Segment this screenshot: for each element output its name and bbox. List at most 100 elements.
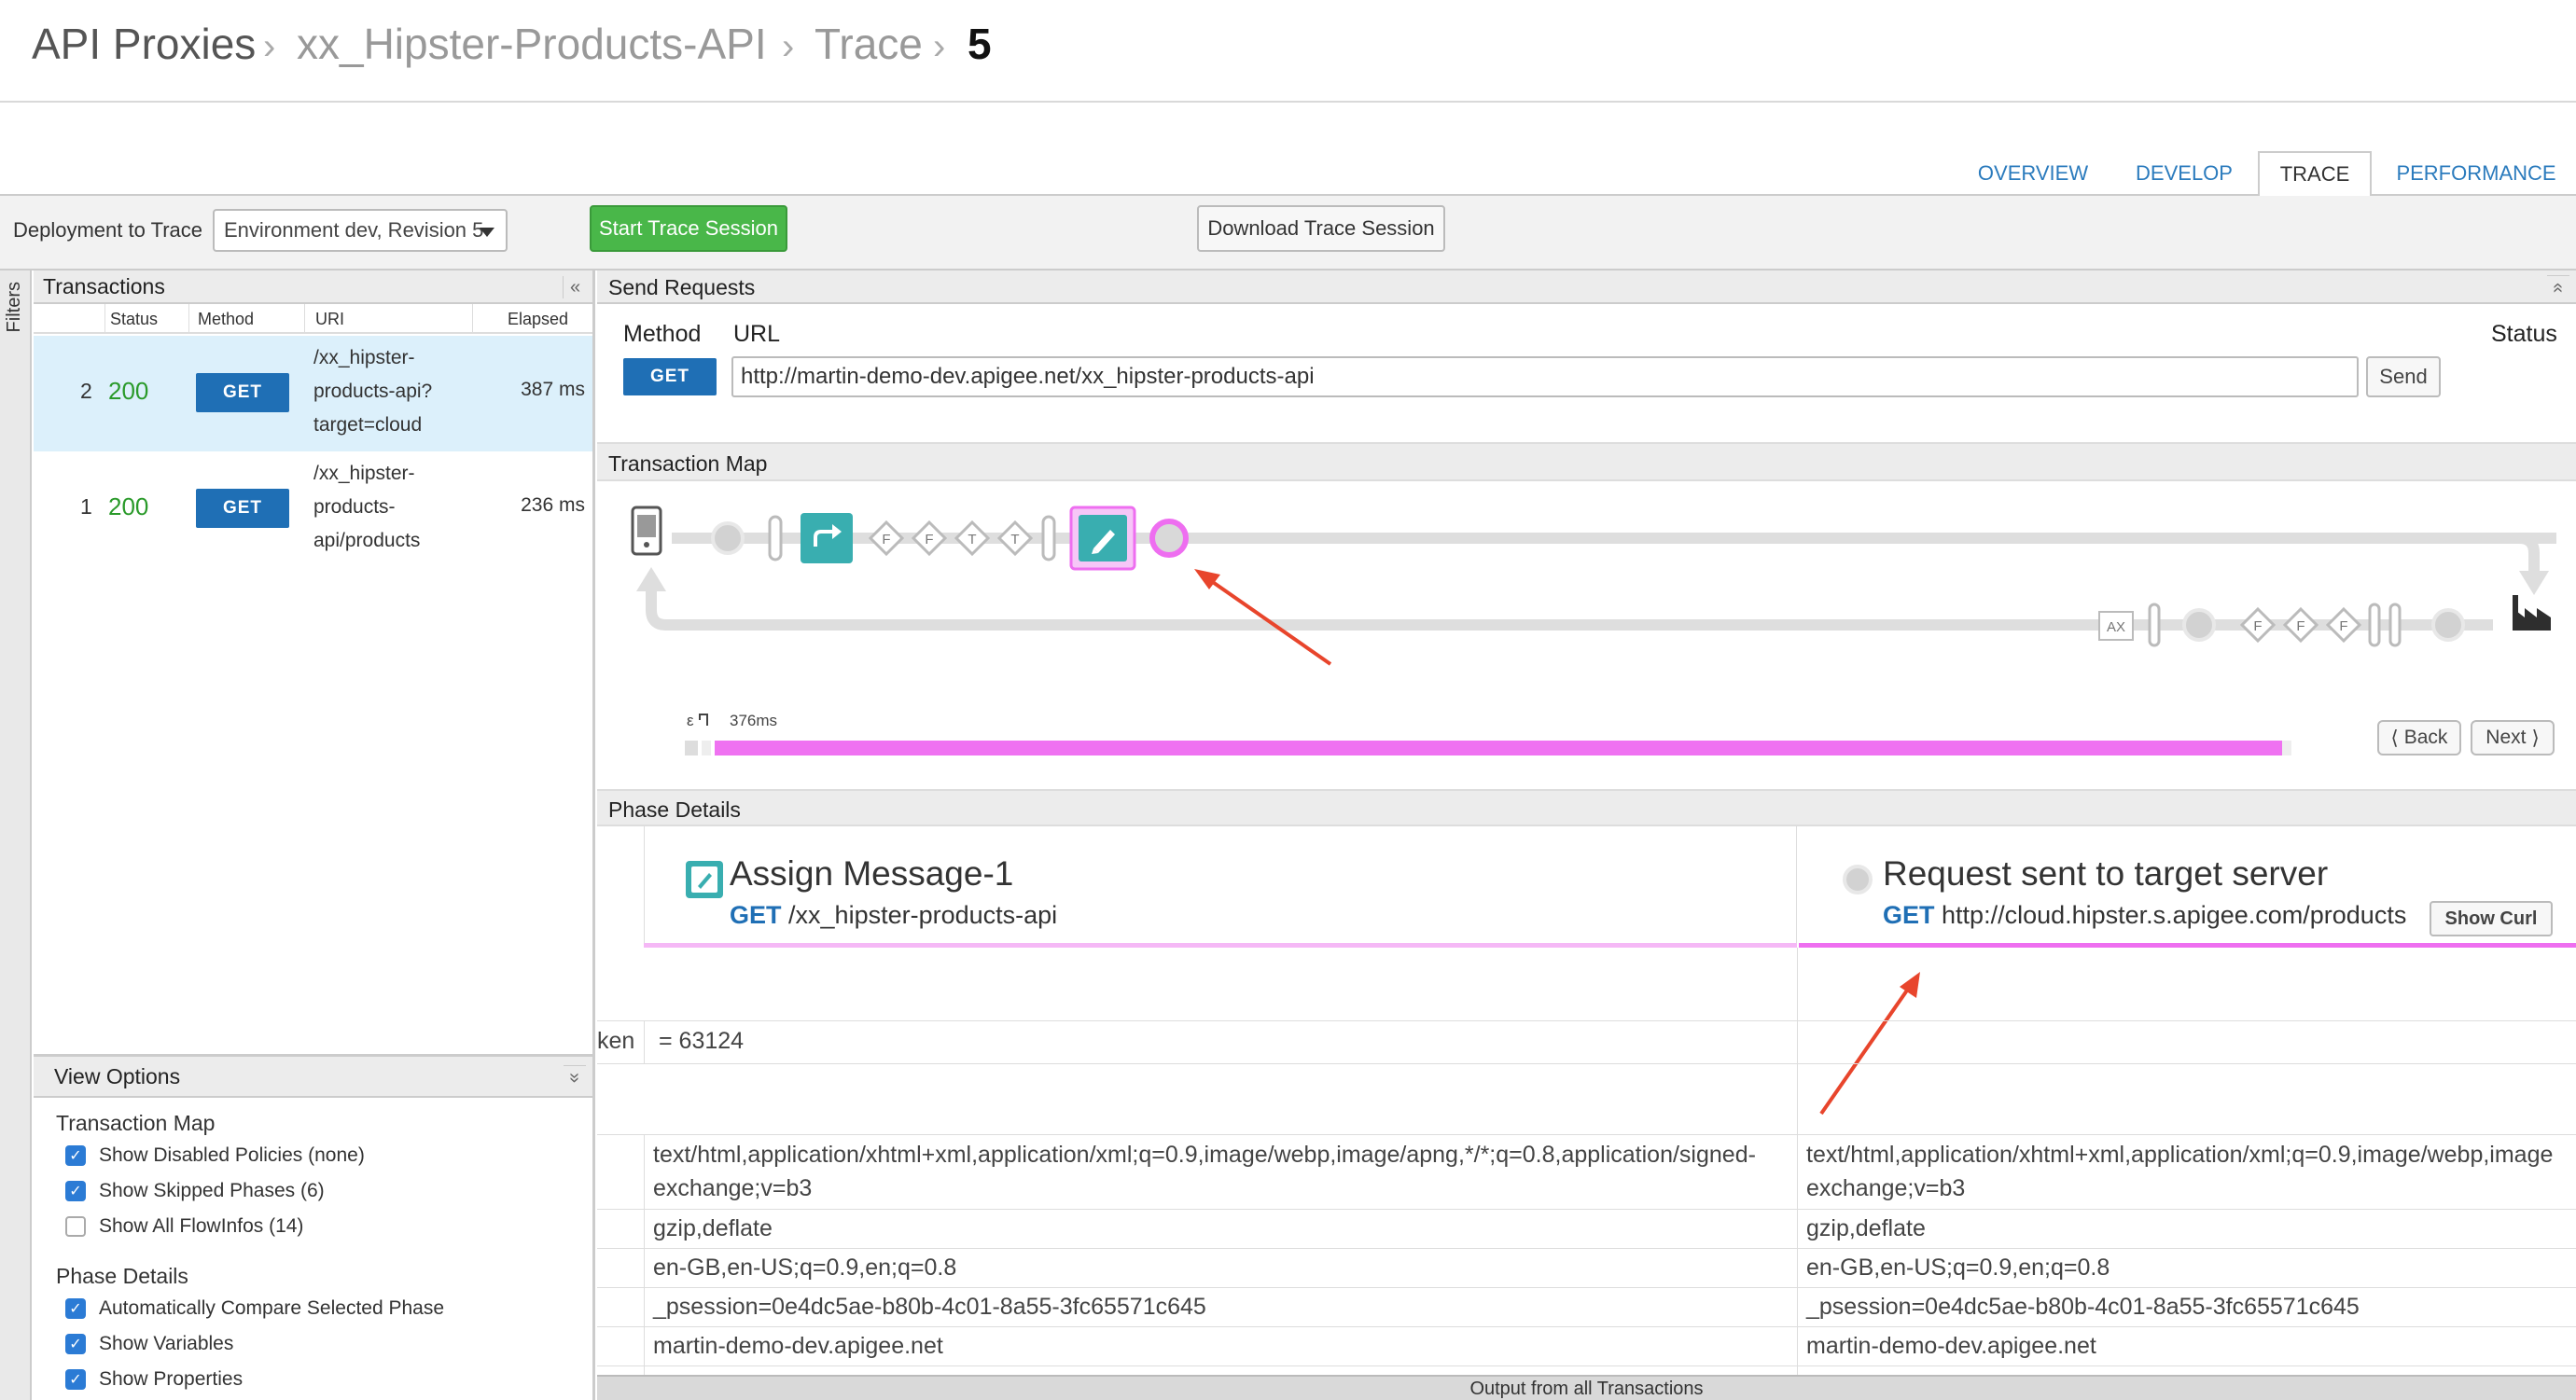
transactions-panel: Transactions « Status Method URI Elapsed… bbox=[34, 270, 595, 1054]
spike-arrest-policy-icon bbox=[801, 513, 853, 563]
filters-tab[interactable]: Filters bbox=[0, 270, 32, 1400]
tx-status: 200 bbox=[108, 492, 149, 520]
return-flow-label: F bbox=[2253, 618, 2262, 634]
download-trace-button[interactable]: Download Trace Session bbox=[1197, 205, 1445, 252]
checkbox-unchecked-icon[interactable] bbox=[65, 1216, 86, 1237]
transaction-map-header: Transaction Map bbox=[597, 442, 2576, 481]
phase-left-title: Assign Message-1 bbox=[730, 854, 1014, 893]
transaction-row[interactable]: 2 200 GET /xx_hipster- products-api? tar… bbox=[34, 336, 592, 451]
checkbox-show-all-flowinfos[interactable]: Show All FlowInfos (14) bbox=[65, 1215, 303, 1238]
grid-row-line bbox=[597, 1326, 2576, 1327]
timeline-gap bbox=[685, 741, 698, 755]
checkbox-show-skipped-phases[interactable]: ✓ Show Skipped Phases (6) bbox=[65, 1180, 325, 1202]
back-chevron-icon: ⟨ bbox=[2390, 727, 2399, 749]
transaction-map-diagram: F F T T AX F F F ε 376ms bbox=[631, 506, 2556, 755]
flow-label: T bbox=[968, 532, 976, 548]
target-server-factory-icon bbox=[2513, 595, 2551, 631]
column-divider bbox=[104, 304, 105, 334]
checkbox-show-properties[interactable]: ✓ Show Properties bbox=[65, 1368, 243, 1391]
encoding-value: gzip,deflate bbox=[653, 1215, 773, 1241]
collapse-left-icon[interactable]: « bbox=[563, 276, 587, 298]
timeline-bar bbox=[715, 741, 2282, 755]
phase-right-title: Request sent to target server bbox=[1883, 854, 2329, 893]
flow-separator-icon bbox=[2388, 603, 2402, 647]
breadcrumb-api-proxies[interactable]: API Proxies bbox=[32, 19, 256, 69]
checkbox-checked-icon[interactable]: ✓ bbox=[65, 1298, 86, 1319]
transaction-row[interactable]: 1 200 GET /xx_hipster- products- api/pro… bbox=[34, 451, 592, 567]
language-value: en-GB,en-US;q=0.9,en;q=0.8 bbox=[653, 1254, 957, 1281]
timeline-start-label: ε bbox=[687, 712, 694, 729]
vo-section-title: Transaction Map bbox=[56, 1111, 216, 1135]
start-trace-button[interactable]: Start Trace Session bbox=[590, 205, 787, 252]
token-value: = 63124 bbox=[659, 1028, 745, 1054]
cookie-value: _psession=0e4dc5ae-b80b-4c01-8a55-3fc655… bbox=[653, 1294, 1206, 1320]
tab-overview[interactable]: OVERVIEW bbox=[1959, 151, 2107, 196]
grid-row-line bbox=[597, 1209, 2576, 1210]
grid-row-line bbox=[597, 1020, 2576, 1021]
phase-details-header: Phase Details bbox=[597, 789, 2576, 826]
url-label: URL bbox=[733, 321, 781, 347]
flow-node-icon bbox=[2431, 608, 2465, 642]
show-curl-button[interactable]: Show Curl bbox=[2430, 901, 2553, 936]
checkbox-label: Show Skipped Phases (6) bbox=[99, 1180, 325, 1201]
assign-message-icon bbox=[686, 861, 723, 898]
tx-uri-line: /xx_hipster- bbox=[313, 463, 415, 484]
checkbox-checked-icon[interactable]: ✓ bbox=[65, 1369, 86, 1390]
flow-turn-down bbox=[2518, 533, 2540, 575]
deployment-label: Deployment to Trace bbox=[13, 218, 202, 242]
checkbox-label: Show Disabled Policies (none) bbox=[99, 1144, 365, 1166]
deployment-select[interactable]: Environment dev, Revision 5 bbox=[213, 209, 508, 252]
tab-develop[interactable]: DEVELOP bbox=[2116, 151, 2252, 196]
accept-header-value: text/html,application/xhtml+xml,applicat… bbox=[653, 1142, 1756, 1168]
col-elapsed[interactable]: Elapsed bbox=[508, 310, 568, 329]
grid-row-line bbox=[597, 1134, 2576, 1135]
tx-uri-line: api/products bbox=[313, 530, 421, 551]
col-method[interactable]: Method bbox=[198, 310, 254, 329]
collapse-down-icon[interactable]: » bbox=[564, 1065, 586, 1089]
send-requests-header: Send Requests « bbox=[597, 270, 2576, 304]
phase-right-method: GET bbox=[1883, 901, 1935, 929]
transaction-map-title: Transaction Map bbox=[608, 451, 768, 476]
next-button[interactable]: Next ⟩ bbox=[2471, 720, 2555, 755]
flow-separator-icon bbox=[1041, 515, 1056, 561]
col-status[interactable]: Status bbox=[110, 310, 158, 329]
flow-condition-f-icon: F bbox=[2325, 606, 2362, 644]
checkbox-checked-icon[interactable]: ✓ bbox=[65, 1334, 86, 1354]
breadcrumb-separator: › bbox=[263, 26, 276, 67]
annotation-arrow-icon bbox=[1194, 569, 1332, 666]
flow-separator-icon bbox=[2148, 603, 2161, 647]
checkbox-show-disabled-policies[interactable]: ✓ Show Disabled Policies (none) bbox=[65, 1144, 365, 1167]
flow-condition-f-icon: F bbox=[911, 520, 948, 557]
flow-condition-t-icon: T bbox=[996, 520, 1034, 557]
tx-uri-line: products- bbox=[313, 496, 396, 518]
breadcrumb-revision: 5 bbox=[968, 20, 992, 68]
flow-turn-up bbox=[646, 589, 667, 631]
page-header: API Proxies › xx_Hipster-Products-API › … bbox=[0, 0, 2576, 103]
flow-node-icon bbox=[711, 521, 745, 555]
url-input[interactable]: http://martin-demo-dev.apigee.net/xx_hip… bbox=[731, 356, 2359, 397]
transactions-column-headers: Status Method URI Elapsed bbox=[34, 304, 592, 334]
tab-trace[interactable]: TRACE bbox=[2258, 151, 2372, 198]
checkbox-checked-icon[interactable]: ✓ bbox=[65, 1145, 86, 1166]
checkbox-label: Automatically Compare Selected Phase bbox=[99, 1297, 445, 1319]
caret-down-icon bbox=[480, 228, 494, 237]
grid-row-line bbox=[597, 1248, 2576, 1249]
checkbox-auto-compare[interactable]: ✓ Automatically Compare Selected Phase bbox=[65, 1297, 444, 1320]
flow-condition-f-icon: F bbox=[2239, 606, 2277, 644]
request-method-select[interactable]: GET bbox=[623, 358, 717, 395]
tab-performance[interactable]: PERFORMANCE bbox=[2385, 151, 2568, 196]
collapse-up-icon[interactable]: « bbox=[2547, 275, 2569, 299]
filters-label: Filters bbox=[4, 282, 24, 333]
back-button[interactable]: ⟨ Back bbox=[2377, 720, 2461, 755]
col-uri[interactable]: URI bbox=[315, 310, 344, 329]
breadcrumb-proxy-name[interactable]: xx_Hipster-Products-API bbox=[297, 19, 767, 69]
checkbox-checked-icon[interactable]: ✓ bbox=[65, 1181, 86, 1201]
accept-header-value: exchange;v=b3 bbox=[653, 1175, 813, 1201]
flow-condition-f-icon: F bbox=[2282, 606, 2319, 644]
breadcrumb-trace[interactable]: Trace bbox=[815, 19, 923, 69]
tx-uri-line: products-api? bbox=[313, 381, 433, 402]
output-bar[interactable]: Output from all Transactions bbox=[597, 1375, 2576, 1400]
tx-number: 2 bbox=[80, 379, 92, 403]
send-button[interactable]: Send bbox=[2366, 356, 2441, 397]
checkbox-show-variables[interactable]: ✓ Show Variables bbox=[65, 1333, 233, 1355]
